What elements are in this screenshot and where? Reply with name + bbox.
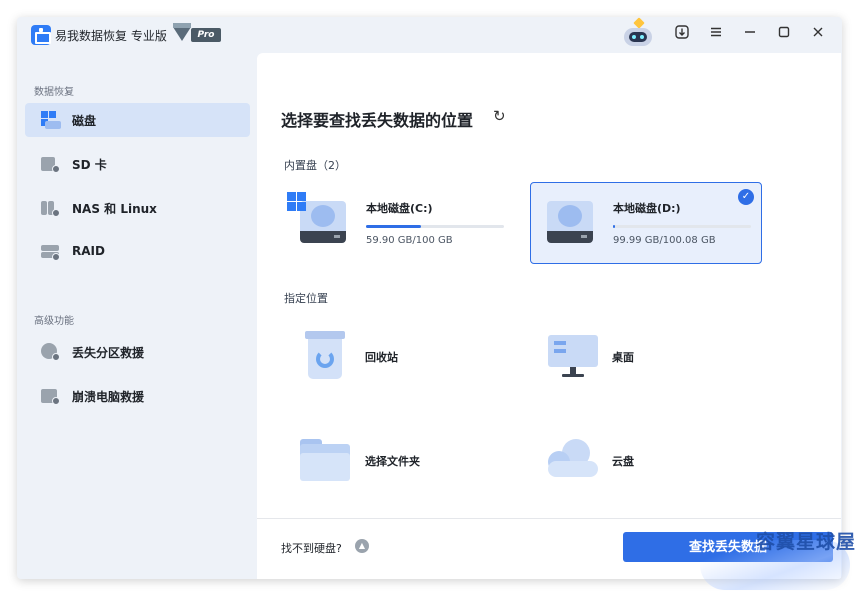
location-label: 桌面 [612,351,634,364]
sidebar-item-label: 丢失分区救援 [72,346,145,360]
sd-card-icon [41,155,61,173]
windows-icon [287,192,307,212]
internal-drives-label: 内置盘（2） [284,159,346,172]
location-cloud[interactable]: 云盘 [530,425,762,495]
usage-bar [366,225,504,228]
drive-card-c[interactable]: 本地磁盘(C:) 59.90 GB/100 GB [283,182,515,264]
location-label: 选择文件夹 [365,455,420,468]
usage-bar [613,225,751,228]
location-select-folder[interactable]: 选择文件夹 [283,425,515,495]
sidebar-item-crash-rescue[interactable]: 崩溃电脑救援 [25,379,250,413]
recycle-bin-icon [305,331,345,381]
footer-divider [257,518,841,519]
raid-icon [41,243,61,261]
desktop-icon [548,335,598,379]
app-window: 易我数据恢复 专业版 Pro 数据恢复 磁盘 SD 卡 NAS 和 Linux … [17,17,842,579]
sidebar-item-raid[interactable]: RAID [25,235,250,269]
sidebar-item-label: 磁盘 [72,114,97,128]
drive-size: 59.90 GB/100 GB [366,235,453,246]
watermark-text: 容翼星球屋 [756,531,857,553]
folder-icon [300,439,350,481]
nas-icon [41,199,61,217]
drive-size: 99.99 GB/100.08 GB [613,235,716,246]
cloud-icon [546,439,600,479]
usage-fill [613,225,615,228]
section-advanced: 高级功能 [34,316,74,327]
location-desktop[interactable]: 桌面 [530,321,762,391]
gem-icon [173,23,191,41]
download-icon[interactable] [672,25,692,45]
drive-name: 本地磁盘(D:) [613,202,681,215]
crash-rescue-icon [41,387,61,405]
main-panel: 选择要查找丢失数据的位置 ↻ 内置盘（2） 本地磁盘(C:) 59.90 GB/… [257,53,841,579]
menu-icon[interactable] [706,25,726,45]
usage-fill [366,225,422,228]
drive-name: 本地磁盘(C:) [366,202,433,215]
sidebar: 数据恢复 磁盘 SD 卡 NAS 和 Linux RAID 高级功能 丢失分区救… [17,53,257,579]
page-title: 选择要查找丢失数据的位置 [281,111,474,130]
sidebar-item-sd-card[interactable]: SD 卡 [25,147,250,181]
location-recycle-bin[interactable]: 回收站 [283,321,515,391]
close-icon[interactable] [808,25,828,45]
pro-badge: Pro [173,23,223,43]
sidebar-item-partition-rescue[interactable]: 丢失分区救援 [25,335,250,369]
partition-rescue-icon [41,343,61,361]
app-logo-icon [31,25,51,45]
chevron-up-icon[interactable]: ▲ [355,539,369,553]
checkmark-icon: ✓ [738,189,754,205]
location-label: 回收站 [365,351,398,364]
sidebar-item-label: SD 卡 [72,158,107,172]
section-data-recovery: 数据恢复 [34,87,74,98]
locations-label: 指定位置 [284,292,328,305]
refresh-icon[interactable]: ↻ [493,108,509,124]
pro-label: Pro [191,28,221,42]
sidebar-item-label: RAID [72,244,105,258]
title-bar: 易我数据恢复 专业版 Pro [17,17,842,53]
minimize-icon[interactable] [740,25,760,45]
sidebar-item-nas[interactable]: NAS 和 Linux [25,191,250,225]
drive-card-d[interactable]: ✓ 本地磁盘(D:) 99.99 GB/100.08 GB [530,182,762,264]
sidebar-item-label: NAS 和 Linux [72,202,157,216]
assistant-robot-icon[interactable] [621,17,655,49]
cant-find-drive-link[interactable]: 找不到硬盘? [281,540,342,556]
disk-icon [41,111,61,129]
app-title: 易我数据恢复 专业版 [55,29,167,43]
sidebar-item-disk[interactable]: 磁盘 [25,103,250,137]
maximize-icon[interactable] [774,25,794,45]
sidebar-item-label: 崩溃电脑救援 [72,390,145,404]
location-label: 云盘 [612,455,634,468]
hard-drive-icon [547,201,593,245]
